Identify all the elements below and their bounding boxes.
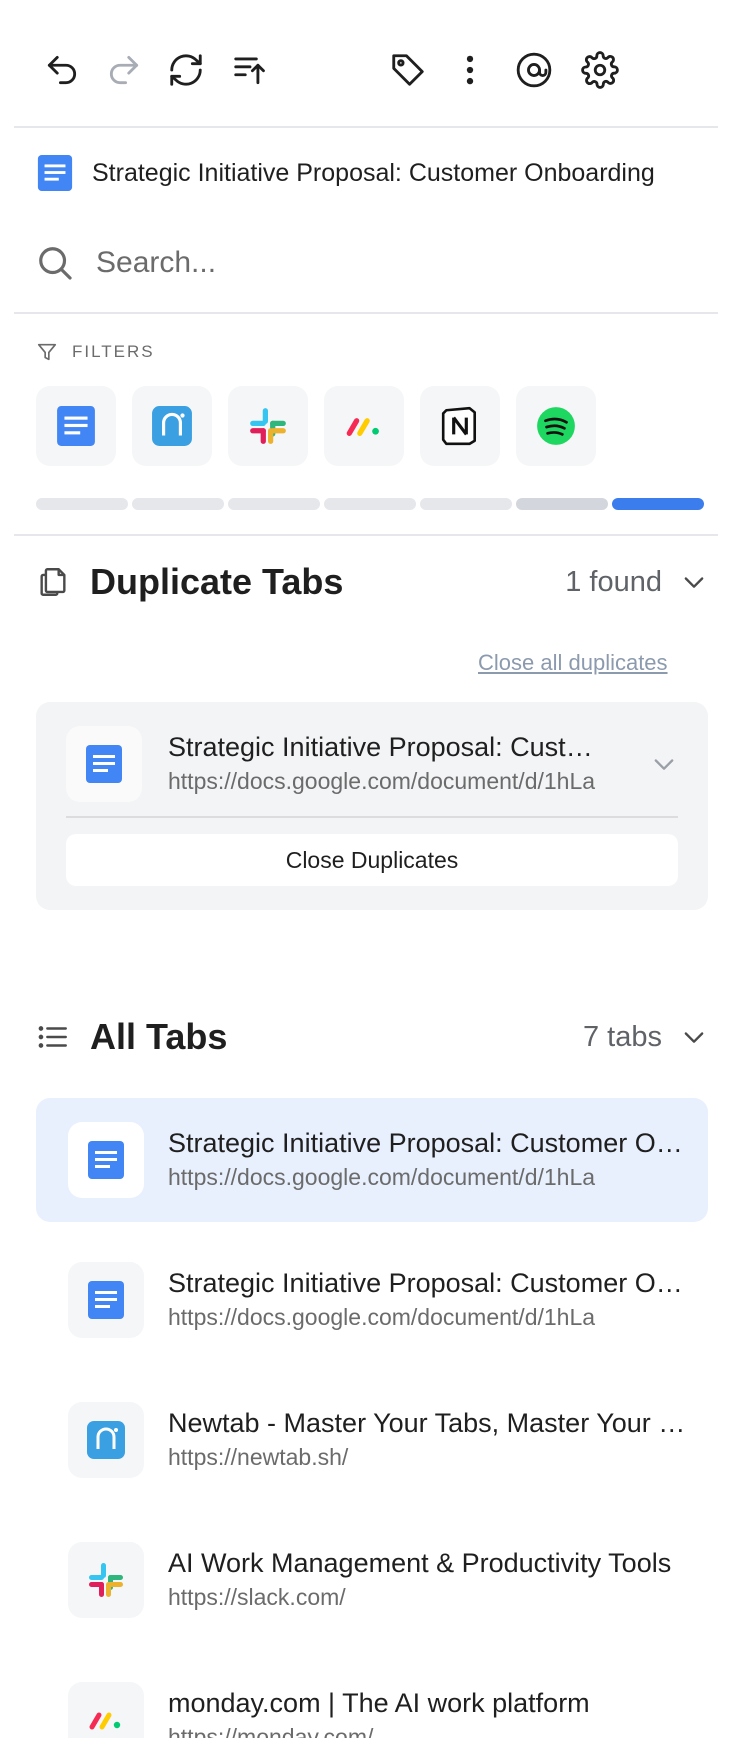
at-sign-icon [516, 52, 552, 88]
duplicate-card-divider [66, 816, 678, 818]
progress-segment-6 [516, 498, 608, 510]
bottom-edge [0, 1738, 744, 1756]
more-vertical-icon [466, 55, 474, 85]
progress-segment-4 [324, 498, 416, 510]
search-icon [39, 247, 72, 280]
newtab-icon [152, 406, 192, 446]
copy-icon [40, 568, 66, 596]
google-docs-icon [88, 1141, 124, 1179]
refresh-icon [170, 54, 202, 86]
tab-row[interactable]: Strategic Initiative Proposal: Customer … [36, 1238, 708, 1362]
filter-chip-newtab[interactable] [132, 386, 212, 466]
close-duplicates-button[interactable]: Close Duplicates [66, 834, 678, 886]
current-tab-title: Strategic Initiative Proposal: Customer … [92, 158, 655, 187]
filter-chip-spotify[interactable] [516, 386, 596, 466]
mentions-button[interactable] [512, 48, 556, 92]
sort-icon [234, 57, 265, 85]
tab-title: AI Work Management & Productivity Tools [168, 1548, 672, 1578]
tab-row[interactable]: Newtab - Master Your Tabs, Master Your F… [36, 1378, 708, 1502]
google-docs-icon [37, 154, 73, 192]
search-bar [14, 226, 718, 314]
tab-title: Newtab - Master Your Tabs, Master Your F… [168, 1408, 686, 1438]
notion-icon [441, 406, 477, 446]
refresh-button[interactable] [164, 48, 208, 92]
duplicate-group-card: Strategic Initiative Proposal: Customer … [36, 702, 708, 910]
slack-icon [250, 408, 286, 444]
redo-icon [109, 55, 139, 85]
duplicate-group-row[interactable]: Strategic Initiative Proposal: Customer … [66, 726, 688, 802]
filter-chip-slack[interactable] [228, 386, 308, 466]
tab-favicon [68, 1122, 144, 1198]
filters-label: FILTERS [36, 340, 155, 364]
tab-title: monday.com | The AI work platform [168, 1688, 590, 1718]
progress-segment-3 [228, 498, 320, 510]
newtab-icon [87, 1421, 125, 1459]
filter-chip-notion[interactable] [420, 386, 500, 466]
redo-button[interactable] [102, 48, 146, 92]
progress-segment-7-active [612, 498, 704, 510]
duplicates-count: 1 found [565, 565, 662, 598]
tab-manager-panel: Strategic Initiative Proposal: Customer … [0, 0, 744, 1756]
filter-progress-segments [36, 498, 708, 510]
tab-url: https://docs.google.com/document/d/1hLa [168, 1164, 596, 1190]
close-all-duplicates-link[interactable]: Close all duplicates [478, 650, 668, 676]
tab-url: https://slack.com/ [168, 1584, 346, 1610]
undo-icon [47, 55, 77, 85]
tags-button[interactable] [386, 48, 430, 92]
tab-url: https://docs.google.com/document/d/1hLa [168, 1304, 596, 1330]
all-tabs-header[interactable]: All Tabs 7 tabs [36, 1012, 708, 1062]
monday-icon [346, 418, 379, 436]
progress-segment-2 [132, 498, 224, 510]
chevron-down-icon [684, 577, 704, 588]
duplicate-tab-title: Strategic Initiative Proposal: Customer … [168, 732, 598, 762]
google-docs-icon [88, 1281, 124, 1319]
search-input[interactable] [96, 238, 696, 288]
tab-favicon [66, 726, 142, 802]
settings-button[interactable] [578, 48, 622, 92]
gear-icon [581, 51, 619, 89]
duplicate-tab-url: https://docs.google.com/document/d/1hLa [168, 768, 596, 794]
tab-title: Strategic Initiative Proposal: Customer … [168, 1128, 686, 1158]
filter-chip-monday[interactable] [324, 386, 404, 466]
duplicates-title: Duplicate Tabs [90, 561, 344, 602]
current-tab[interactable]: Strategic Initiative Proposal: Customer … [36, 153, 716, 193]
tab-favicon [68, 1262, 144, 1338]
monday-icon [89, 1712, 121, 1730]
tab-favicon [68, 1542, 144, 1618]
tab-title: Strategic Initiative Proposal: Customer … [168, 1268, 686, 1298]
all-tabs-title: All Tabs [90, 1016, 228, 1057]
chevron-down-icon [684, 1032, 704, 1043]
section-divider [14, 534, 718, 536]
spotify-icon [537, 407, 575, 445]
tag-icon [392, 54, 424, 86]
google-docs-icon [86, 745, 122, 783]
tab-row-active[interactable]: Strategic Initiative Proposal: Customer … [36, 1098, 708, 1222]
duplicates-header[interactable]: Duplicate Tabs 1 found [36, 557, 708, 607]
all-tabs-count: 7 tabs [583, 1020, 662, 1053]
chevron-down-icon[interactable] [650, 750, 678, 778]
tab-favicon [68, 1402, 144, 1478]
google-docs-icon [57, 406, 95, 446]
filter-icon [37, 343, 57, 361]
list-icon [38, 1026, 67, 1048]
filter-chips [36, 386, 716, 466]
tab-url: https://newtab.sh/ [168, 1444, 349, 1470]
undo-button[interactable] [40, 48, 84, 92]
slack-icon [89, 1563, 123, 1597]
progress-segment-1 [36, 498, 128, 510]
tab-row[interactable]: AI Work Management & Productivity Tools … [36, 1518, 708, 1642]
sort-button[interactable] [228, 48, 272, 92]
more-button[interactable] [448, 48, 492, 92]
filters-label-text: FILTERS [72, 342, 155, 361]
filter-chip-google-docs[interactable] [36, 386, 116, 466]
progress-segment-5 [420, 498, 512, 510]
toolbar [14, 18, 718, 128]
